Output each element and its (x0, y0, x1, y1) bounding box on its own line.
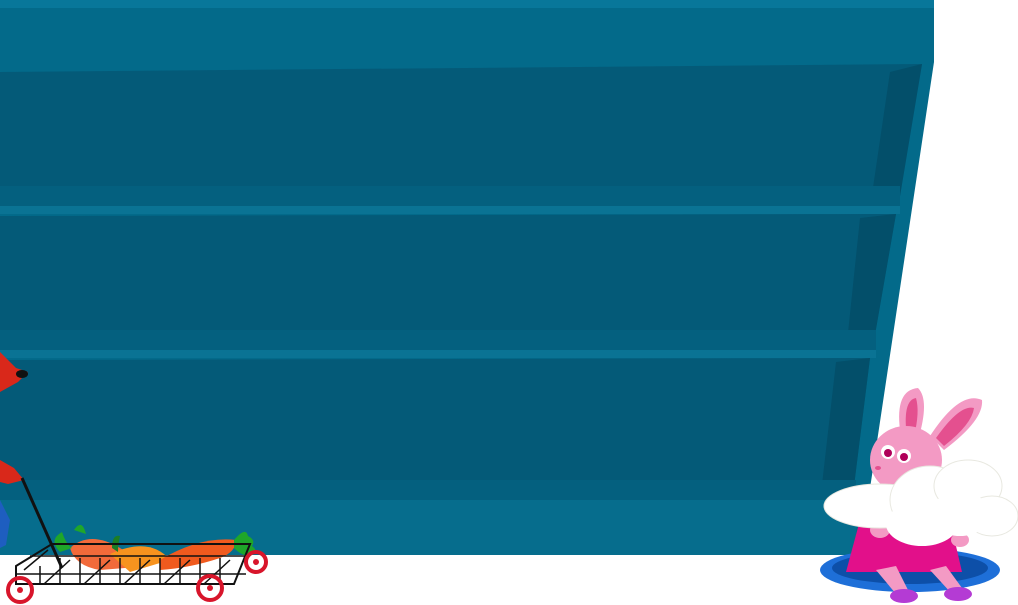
shelf-compartment-bottom (0, 358, 870, 555)
shelf-compartment-top (0, 64, 922, 214)
shelf-icon (0, 0, 934, 555)
game-scene (0, 0, 1018, 604)
shelf-top-edge (0, 0, 934, 8)
shelf-compartment-middle (0, 214, 896, 358)
